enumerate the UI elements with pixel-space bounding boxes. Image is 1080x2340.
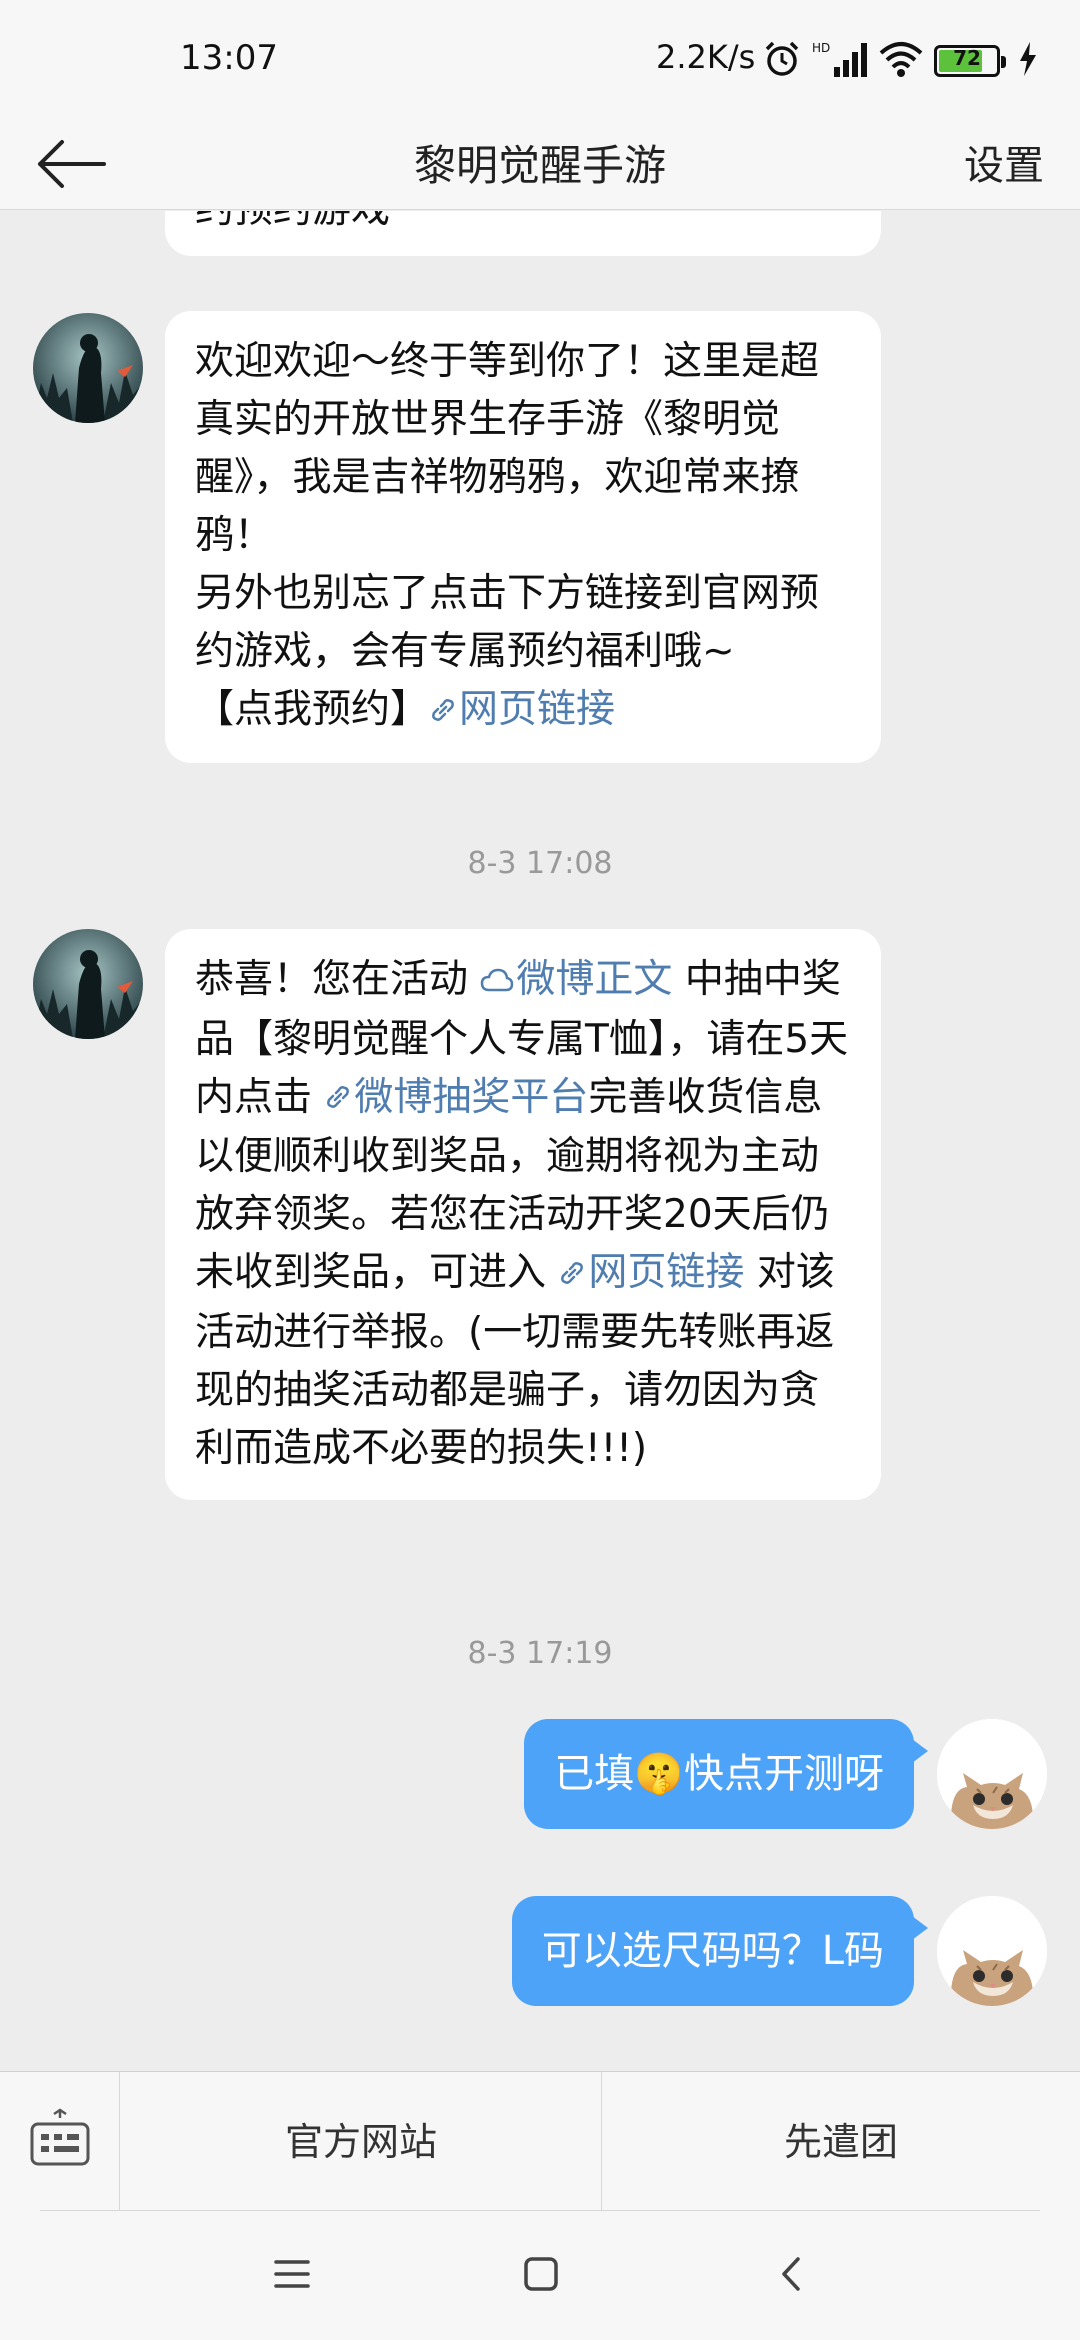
chat-area[interactable]: 约预约游戏 欢迎欢迎～终于等到你了！这里是超真实的开放世界生存手游《黎明觉醒》，… [0,211,1080,2071]
prize-text-1: 恭喜！您在活动 [195,957,481,1002]
menu-vanguard[interactable]: 先遣团 [602,2072,1080,2212]
user-avatar[interactable] [937,1719,1047,1829]
sender-avatar[interactable] [33,929,143,1039]
home-icon[interactable] [522,2255,560,2297]
back-icon[interactable] [778,2255,804,2297]
weibo-post-link[interactable]: 微博正文 [480,957,672,1002]
report-web-link-label: 网页链接 [588,1250,745,1295]
message-bubble-welcome[interactable]: 欢迎欢迎～终于等到你了！这里是超真实的开放世界生存手游《黎明觉醒》，我是吉祥物鸦… [165,311,881,763]
message-bubble-outgoing[interactable]: 可以选尺码吗？L码 [511,1896,929,2006]
battery-icon: 72 [934,45,1006,77]
bottom-menu: 官方网站 先遣团 [0,2071,1080,2212]
battery-level: 72 [953,46,981,70]
settings-button[interactable]: 设置 [964,122,1044,210]
user-avatar[interactable] [937,1896,1047,2006]
cloud-icon [480,953,516,1011]
web-link[interactable]: 网页链接 [429,687,615,732]
outgoing-text-1a: 已填 [554,1751,635,1797]
message-bubble-prize[interactable]: 恭喜！您在活动 微博正文 中抽中奖品【黎明觉醒个人专属T恤】，请在5天内点击 微… [165,929,881,1500]
network-speed: 2.2K/s [656,38,756,76]
outgoing-text-1b: 快点开测呀 [684,1751,884,1797]
report-web-link[interactable]: 网页链接 [558,1250,744,1295]
game-avatar-image [33,313,143,423]
hd-signal-icon: HD [812,39,868,83]
web-link-label: 网页链接 [459,687,616,732]
keyboard-toggle-button[interactable] [0,2072,120,2212]
message-bubble-partial: 约预约游戏 [165,211,881,256]
timestamp: 8-3 17:19 [467,1636,613,1671]
charging-icon [1018,42,1038,80]
lottery-platform-link[interactable]: 微博抽奖平台 [324,1075,588,1120]
welcome-text-2: 另外也别忘了点击下方链接到官网预约游戏，会有专属预约福利哦~ [195,571,820,674]
welcome-text-1: 欢迎欢迎～终于等到你了！这里是超真实的开放世界生存手游《黎明觉醒》，我是吉祥物鸦… [195,339,820,558]
message-bubble-outgoing[interactable]: 已填🤫快点开测呀 [524,1719,928,1829]
status-bar: 13:07 2.2K/s HD 72 [0,0,1080,122]
timestamp: 8-3 17:08 [467,846,613,881]
wifi-icon [878,39,924,83]
welcome-cta: 【点我预约】 [195,687,430,732]
shush-emoji: 🤫 [634,1751,684,1797]
menu-icon[interactable] [272,2256,312,2296]
svg-text:HD: HD [812,41,830,55]
game-avatar-image [33,929,143,1039]
menu-official-site[interactable]: 官方网站 [121,2072,601,2212]
page-title: 黎明觉醒手游 [413,141,666,190]
system-nav-bar [0,2211,1080,2340]
lottery-platform-label: 微博抽奖平台 [354,1074,589,1120]
link-icon [324,1070,354,1128]
link-icon [558,1246,588,1304]
chat-header: 黎明觉醒手游 设置 [0,122,1080,210]
keyboard-icon [28,2108,92,2176]
weibo-post-label: 微博正文 [516,957,673,1002]
link-icon [429,683,459,741]
partial-message-text: 约预约游戏 [195,211,390,232]
status-time: 13:07 [180,38,278,78]
sender-avatar[interactable] [33,313,143,423]
cat-avatar-image [937,1896,1047,2006]
outgoing-text-2: 可以选尺码吗？L码 [541,1928,884,1974]
cat-avatar-image [937,1719,1047,1829]
alarm-icon [762,39,802,83]
status-icons: HD 72 [762,38,1038,84]
